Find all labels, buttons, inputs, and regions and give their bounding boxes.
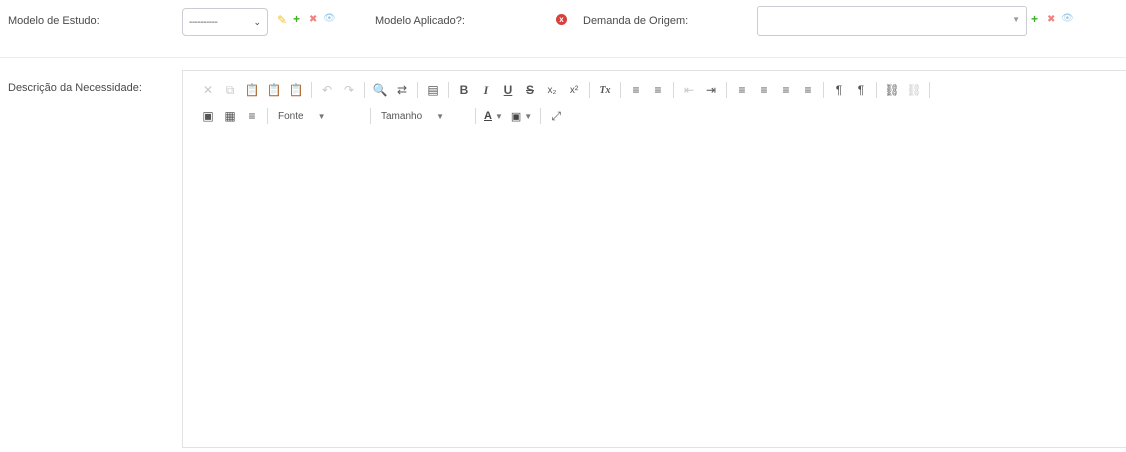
find-icon[interactable]: 🔍 xyxy=(369,79,391,101)
paste-icon[interactable]: 📋 xyxy=(241,79,263,101)
select-all-icon[interactable]: ▤ xyxy=(422,79,444,101)
remove-demanda-icon[interactable]: ✖ xyxy=(1047,13,1055,27)
toolbar-separator xyxy=(673,82,674,98)
text-direction-ltr-icon[interactable]: ¶ xyxy=(828,79,850,101)
toolbar-separator xyxy=(364,82,365,98)
paste-word-icon[interactable]: 📋 xyxy=(285,79,307,101)
form-divider xyxy=(0,57,1126,58)
toolbar-separator xyxy=(267,108,268,124)
toolbar-separator xyxy=(475,108,476,124)
font-color-caret-icon: ▼ xyxy=(494,111,503,121)
editor-content-area[interactable] xyxy=(183,148,1126,447)
align-left-icon[interactable]: ≡ xyxy=(731,79,753,101)
toolbar-row-1: ✕ ⧉ 📋 📋 📋 ↶ ↷ 🔍 ⇄ ▤ B I U S x₂ x² Tx ≡ ≡ xyxy=(197,79,934,101)
rich-text-editor: ✕ ⧉ 📋 📋 📋 ↶ ↷ 🔍 ⇄ ▤ B I U S x₂ x² Tx ≡ ≡ xyxy=(182,70,1126,448)
unlink-icon[interactable]: ⛓ xyxy=(903,79,925,101)
add-demanda-plus-icon[interactable]: + xyxy=(1031,12,1038,26)
font-combo[interactable]: Fonte ▼ xyxy=(272,105,366,127)
text-direction-rtl-icon[interactable]: ¶ xyxy=(850,79,872,101)
toolbar-separator xyxy=(540,108,542,124)
background-color-icon: ▣ xyxy=(510,110,522,123)
caret-down-icon: ▼ xyxy=(1012,15,1020,24)
link-icon[interactable]: ⛓ xyxy=(881,79,903,101)
undo-icon[interactable]: ↶ xyxy=(316,79,338,101)
remove-format-icon[interactable]: Tx xyxy=(594,79,616,101)
subscript-icon[interactable]: x₂ xyxy=(541,79,563,101)
bold-icon[interactable]: B xyxy=(453,79,475,101)
modelo-aplicado-error-icon: x xyxy=(556,14,567,25)
size-combo-caret-icon: ▼ xyxy=(436,111,445,121)
toolbar-separator xyxy=(370,108,371,124)
bulleted-list-icon[interactable]: ≡ xyxy=(647,79,669,101)
toolbar-separator xyxy=(311,82,312,98)
toolbar-separator xyxy=(876,82,877,98)
image-icon[interactable]: ▣ xyxy=(197,105,219,127)
toolbar-separator xyxy=(448,82,449,98)
font-color-button[interactable]: A ▼ xyxy=(480,110,507,122)
toolbar-separator xyxy=(823,82,824,98)
toolbar-separator xyxy=(589,82,590,98)
modelo-aplicado-label: Modelo Aplicado?: xyxy=(375,15,465,27)
descricao-label: Descrição da Necessidade: xyxy=(8,82,142,94)
edit-modelo-pencil-icon[interactable]: ✎ xyxy=(277,13,287,27)
indent-icon[interactable]: ⇥ xyxy=(700,79,722,101)
modelo-estudo-value: ---------- xyxy=(189,16,218,28)
justify-icon[interactable]: ≡ xyxy=(797,79,819,101)
superscript-icon[interactable]: x² xyxy=(563,79,585,101)
add-modelo-plus-icon[interactable]: + xyxy=(293,12,300,26)
editor-toolbar: ✕ ⧉ 📋 📋 📋 ↶ ↷ 🔍 ⇄ ▤ B I U S x₂ x² Tx ≡ ≡ xyxy=(183,71,1126,149)
copy-icon[interactable]: ⧉ xyxy=(219,79,241,101)
table-icon[interactable]: ▦ xyxy=(219,105,241,127)
align-center-icon[interactable]: ≡ xyxy=(753,79,775,101)
font-combo-label: Fonte xyxy=(278,110,304,122)
toolbar-separator xyxy=(726,82,727,98)
numbered-list-icon[interactable]: ≡ xyxy=(625,79,647,101)
horizontal-rule-icon[interactable]: ≡ xyxy=(241,105,263,127)
underline-icon[interactable]: U xyxy=(497,79,519,101)
toolbar-separator xyxy=(929,82,930,98)
redo-icon[interactable]: ↷ xyxy=(338,79,360,101)
paste-text-icon[interactable]: 📋 xyxy=(263,79,285,101)
toolbar-separator xyxy=(417,82,418,98)
size-combo[interactable]: Tamanho ▼ xyxy=(375,105,471,127)
toolbar-row-2: ▣ ▦ ≡ Fonte ▼ Tamanho ▼ A ▼ ▣ ▼ ⤢ xyxy=(197,105,567,127)
size-combo-label: Tamanho xyxy=(381,110,423,122)
chevron-down-icon: ⌄ xyxy=(253,16,261,27)
background-color-button[interactable]: ▣ ▼ xyxy=(507,110,536,123)
replace-icon[interactable]: ⇄ xyxy=(391,79,413,101)
remove-modelo-icon[interactable]: ✖ xyxy=(309,13,317,27)
outdent-icon[interactable]: ⇤ xyxy=(678,79,700,101)
view-modelo-eye-icon[interactable]: 👁 xyxy=(323,12,336,26)
align-right-icon[interactable]: ≡ xyxy=(775,79,797,101)
demanda-origem-select[interactable]: ▼ xyxy=(757,6,1027,36)
cut-icon[interactable]: ✕ xyxy=(197,79,219,101)
view-demanda-eye-icon[interactable]: 👁 xyxy=(1061,12,1074,26)
italic-icon[interactable]: I xyxy=(475,79,497,101)
strikethrough-icon[interactable]: S xyxy=(519,79,541,101)
maximize-icon[interactable]: ⤢ xyxy=(545,105,567,127)
modelo-estudo-select[interactable]: ---------- ⌄ xyxy=(182,8,268,36)
toolbar-separator xyxy=(620,82,621,98)
font-combo-caret-icon: ▼ xyxy=(317,111,326,121)
modelo-estudo-label: Modelo de Estudo: xyxy=(8,15,100,27)
demanda-origem-label: Demanda de Origem: xyxy=(583,15,689,27)
background-color-caret-icon: ▼ xyxy=(524,111,533,121)
font-color-icon: A xyxy=(484,110,492,122)
